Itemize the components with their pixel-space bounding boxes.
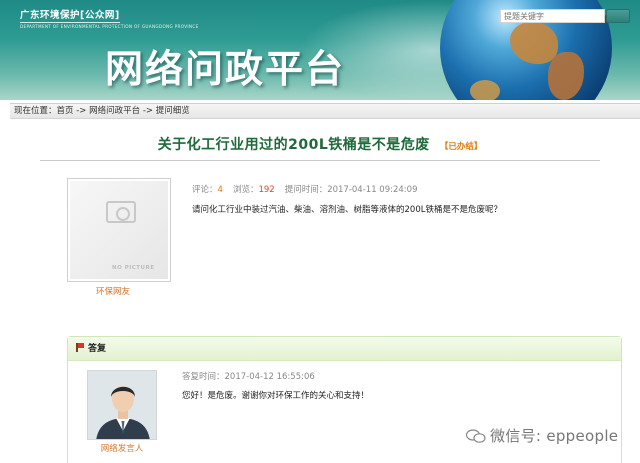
globe-land: [510, 22, 558, 64]
breadcrumb-platform-link[interactable]: 网络问政平台: [89, 106, 140, 116]
comments-label: 评论：: [192, 185, 218, 195]
no-picture-placeholder: NO PICTURE: [70, 181, 168, 279]
logo-chinese-name: 广东环境保护[公众网]: [20, 10, 120, 21]
person-icon: [88, 371, 156, 439]
search-input[interactable]: [500, 9, 605, 23]
site-logo[interactable]: 广东环境保护[公众网] DEPARTMENT OF ENVIRONMENTAL …: [20, 7, 199, 29]
globe-land: [470, 80, 500, 100]
breadcrumb-prefix: 现在位置：: [14, 106, 57, 116]
globe-land: [548, 52, 584, 100]
reply-time-label: 答复时间：: [182, 372, 225, 382]
reply-header-label: 答复: [88, 344, 107, 354]
breadcrumb-current: 提问细览: [155, 106, 190, 116]
banner-title: 网络问政平台: [105, 47, 346, 91]
question-meta: 评论：4 浏览：192 提问时间：2017-04-11 09:24:09: [192, 183, 417, 195]
reply-time: 2017-04-12 16:55:06: [224, 372, 315, 382]
responder-name: 网络发言人: [100, 444, 144, 454]
asker-name[interactable]: 环保网友: [67, 285, 159, 297]
breadcrumb-separator: ->: [73, 106, 90, 116]
wechat-icon: [466, 429, 486, 443]
breadcrumb-separator: ->: [140, 106, 156, 116]
title-divider: [40, 160, 600, 161]
views-label: 浏览：: [232, 185, 259, 195]
asker-avatar: NO PICTURE: [67, 178, 171, 282]
breadcrumb: 现在位置：首页 -> 网络问政平台 -> 提问细览: [10, 103, 640, 119]
reply-header: 答复: [68, 337, 621, 361]
camera-icon: [106, 201, 136, 223]
responder-avatar: [87, 370, 157, 440]
reply-meta: 答复时间：2017-04-12 16:55:06: [182, 370, 315, 382]
search-button[interactable]: [606, 9, 630, 23]
question-time: 2017-04-11 09:24:09: [327, 185, 418, 195]
flag-icon: [76, 343, 84, 352]
question-title-row: 关于化工行业用过的200L铁桶是不是危废 【已办结】: [0, 134, 640, 154]
logo-english-name: DEPARTMENT OF ENVIRONMENTAL PROTECTION O…: [20, 24, 199, 29]
page-title: 关于化工行业用过的200L铁桶是不是危废: [157, 137, 430, 153]
wechat-watermark: 微信号: eppeople: [466, 425, 618, 446]
status-badge: 【已办结】: [439, 142, 483, 152]
question-text: 请问化工行业中装过汽油、柴油、溶剂油、树脂等液体的200L铁桶是不是危废呢？: [192, 205, 502, 215]
reply-text: 您好！是危废。谢谢你对环保工作的关心和支持！: [182, 391, 370, 401]
time-label: 提问时间：: [284, 185, 328, 195]
comments-count: 4: [217, 185, 223, 195]
breadcrumb-home-link[interactable]: 首页: [57, 106, 74, 116]
views-count: 192: [258, 185, 275, 195]
no-picture-label: NO PICTURE: [112, 265, 155, 271]
watermark-text: 微信号: eppeople: [490, 427, 619, 445]
logo-divider: [20, 22, 120, 23]
header-banner: 广东环境保护[公众网] DEPARTMENT OF ENVIRONMENTAL …: [0, 0, 640, 100]
